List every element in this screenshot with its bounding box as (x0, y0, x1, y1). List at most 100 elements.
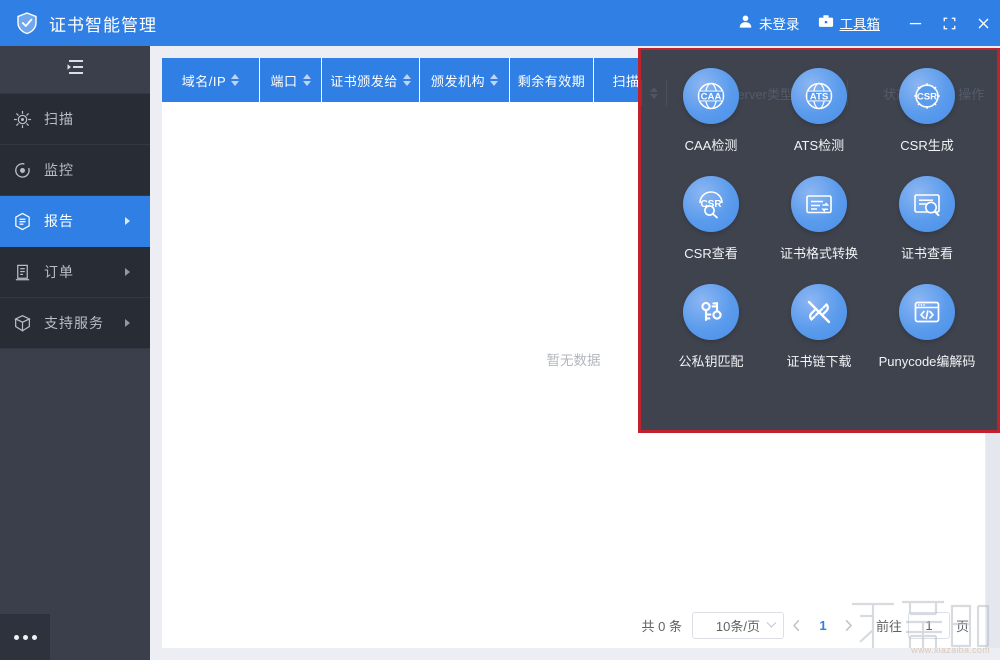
pagination: 共 0 条 10条/页 1 前往 (162, 602, 985, 648)
tool-certificate-chain-download[interactable]: 证书链下载 (765, 284, 873, 370)
support-shield-icon (0, 314, 44, 333)
table-column-port[interactable]: 端口 (260, 58, 322, 102)
collapse-menu-icon (65, 59, 85, 81)
sort-icon[interactable] (403, 74, 411, 86)
chain-link-icon (791, 284, 847, 340)
certificate-search-icon (899, 176, 955, 232)
ats-globe-icon: ATS (791, 68, 847, 124)
key-pair-icon (683, 284, 739, 340)
page-size-select[interactable]: 10条/页 (692, 612, 784, 639)
table-column-label: 证书颁发给 (330, 71, 398, 90)
table-column-issuer[interactable]: 颁发机构 (420, 58, 510, 102)
more-dot-icon (14, 635, 19, 640)
table-column-label: 端口 (270, 71, 297, 90)
chevron-right-icon (125, 217, 130, 225)
tool-ats-check[interactable]: ATS ATS检测 (765, 68, 873, 154)
table-column-domain[interactable]: 域名/IP (162, 58, 260, 102)
page-jump-input[interactable]: 1 (908, 612, 950, 639)
code-window-icon (899, 284, 955, 340)
empty-state-label: 暂无数据 (547, 349, 601, 369)
sidebar-item-support[interactable]: 支持服务 (0, 298, 150, 349)
tool-csr-view[interactable]: CSR CSR查看 (657, 176, 765, 262)
tool-punycode-codec[interactable]: Punycode编解码 (873, 284, 981, 370)
table-column-label: 域名/IP (182, 71, 226, 90)
table-column-remaining-validity[interactable]: 剩余有效期 (510, 58, 594, 102)
svg-text:CSR: CSR (917, 92, 937, 103)
tool-label: CSR生成 (900, 135, 953, 154)
page-number-1[interactable]: 1 (810, 612, 836, 638)
more-dot-icon (32, 635, 37, 640)
toolbox-button[interactable]: 工具箱 (818, 13, 881, 33)
page-jump-prefix: 前往 (876, 616, 902, 635)
report-document-icon (0, 212, 44, 231)
tool-caa-check[interactable]: CAA CAA检测 (657, 68, 765, 154)
table-column-label: 剩余有效期 (518, 71, 586, 90)
app-title: 证书智能管理 (49, 11, 157, 36)
shield-check-icon (14, 10, 40, 36)
sidebar-item-label: 报告 (44, 211, 125, 231)
toolbox-label: 工具箱 (840, 13, 881, 33)
tool-label: CAA检测 (685, 135, 738, 154)
tool-label: 公私钥匹配 (678, 351, 743, 370)
sort-icon[interactable] (490, 74, 498, 86)
tool-certificate-convert[interactable]: 证书格式转换 (765, 176, 873, 262)
sidebar: 扫描 监控 报告 (0, 46, 150, 660)
pagination-total: 共 0 条 (642, 616, 682, 635)
page-size-label: 10条/页 (716, 616, 760, 635)
tool-label: 证书格式转换 (780, 243, 858, 262)
sidebar-more-button[interactable] (0, 614, 50, 660)
certificate-convert-icon (791, 176, 847, 232)
tool-certificate-view[interactable]: 证书查看 (873, 176, 981, 262)
monitor-target-icon (0, 161, 44, 180)
minimize-button[interactable] (898, 0, 932, 46)
page-jump-suffix: 页 (956, 616, 969, 635)
maximize-button[interactable] (932, 0, 966, 46)
chevron-right-icon (125, 268, 130, 276)
csr-search-icon: CSR (683, 176, 739, 232)
csr-gear-icon: CSR (899, 68, 955, 124)
svg-text:CAA: CAA (701, 92, 722, 103)
order-list-icon (0, 263, 44, 282)
user-icon (738, 14, 753, 32)
tool-label: Punycode编解码 (879, 351, 976, 370)
svg-text:CSR: CSR (700, 199, 722, 210)
toolbox-grid: CAA CAA检测 ATS ATS检测 (641, 68, 997, 370)
sidebar-item-label: 支持服务 (44, 313, 125, 333)
more-dot-icon (23, 635, 28, 640)
sidebar-item-label: 订单 (44, 262, 125, 282)
tool-label: 证书链下载 (786, 351, 851, 370)
sidebar-item-label: 监控 (44, 160, 150, 180)
title-bar-controls: 未登录 工具箱 (738, 0, 1000, 46)
sidebar-item-report[interactable]: 报告 (0, 196, 150, 247)
tool-csr-generate[interactable]: CSR CSR生成 (873, 68, 981, 154)
toolbox-panel: Web Server类型 状态 操作 (638, 48, 1000, 433)
tool-label: CSR查看 (684, 243, 737, 262)
sidebar-item-order[interactable]: 订单 (0, 247, 150, 298)
radar-scan-icon (0, 110, 44, 129)
tool-label: ATS检测 (794, 135, 844, 154)
briefcase-icon (818, 14, 834, 32)
next-page-button[interactable] (836, 612, 862, 638)
close-button[interactable] (966, 0, 1000, 46)
table-column-label: 颁发机构 (431, 71, 485, 90)
caa-globe-icon: CAA (683, 68, 739, 124)
sort-icon[interactable] (231, 74, 239, 86)
sidebar-item-scan[interactable]: 扫描 (0, 94, 150, 145)
sidebar-nav: 扫描 监控 报告 (0, 93, 150, 349)
chevron-right-icon (125, 319, 130, 327)
tool-label: 证书查看 (901, 243, 953, 262)
chevron-down-icon (767, 617, 777, 627)
title-bar: 证书智能管理 未登录 (0, 0, 1000, 46)
table-column-issued-to[interactable]: 证书颁发给 (322, 58, 420, 102)
sidebar-collapse-button[interactable] (0, 46, 150, 93)
sidebar-item-monitor[interactable]: 监控 (0, 145, 150, 196)
tool-keypair-match[interactable]: 公私钥匹配 (657, 284, 765, 370)
page-jump: 前往 1 页 (876, 612, 969, 639)
sort-icon[interactable] (303, 74, 311, 86)
svg-text:ATS: ATS (810, 92, 829, 103)
login-status-label: 未登录 (759, 13, 800, 33)
login-status-button[interactable]: 未登录 (738, 13, 800, 33)
sidebar-item-label: 扫描 (44, 109, 150, 129)
prev-page-button[interactable] (784, 612, 810, 638)
app-window: 证书智能管理 未登录 (0, 0, 1000, 660)
